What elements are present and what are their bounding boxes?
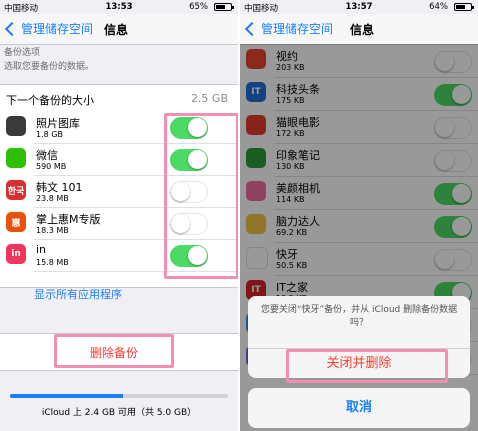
highlight-box-toggles bbox=[164, 113, 238, 279]
app-size: 23.8 MB bbox=[36, 194, 69, 203]
back-button[interactable]: 管理储存空间 bbox=[244, 20, 333, 37]
storage-progress-fill bbox=[10, 394, 124, 398]
battery-icon bbox=[454, 3, 474, 11]
app-name: 微信 bbox=[36, 149, 58, 162]
app-size: 1.8 GB bbox=[36, 130, 63, 139]
battery-percent: 65% bbox=[189, 2, 208, 12]
next-backup-label: 下一个备份的大小 bbox=[6, 94, 94, 107]
zhangshanghui-icon: 惠 bbox=[6, 212, 26, 232]
battery-fill bbox=[456, 5, 465, 9]
camera-icon bbox=[6, 116, 26, 136]
cancel-sheet: 取消 bbox=[248, 388, 470, 428]
chevron-left-icon bbox=[244, 21, 260, 36]
battery-fill bbox=[216, 5, 225, 9]
highlight-box-confirm bbox=[286, 349, 448, 383]
status-bar: 中国移动 13:53 65% bbox=[0, 0, 238, 14]
cancel-button[interactable]: 取消 bbox=[248, 388, 470, 428]
alert-message: 您要关闭“快牙”备份，并从 iCloud 删除备份数据吗？ bbox=[260, 305, 458, 328]
show-all-apps-link[interactable]: 显示所有应用程序 bbox=[34, 286, 122, 302]
nav-bar: 管理储存空间 信息 bbox=[240, 14, 478, 45]
page-title: 信息 bbox=[104, 23, 129, 37]
hangul-icon: 한국 bbox=[6, 180, 26, 200]
app-name: 掌上惠M专版 bbox=[36, 213, 101, 226]
wechat-icon bbox=[6, 148, 26, 168]
app-name: 照片图库 bbox=[36, 117, 80, 130]
status-bar: 中国移动 13:57 64% bbox=[240, 0, 478, 14]
back-button[interactable]: 管理储存空间 bbox=[4, 20, 93, 37]
in-app-icon: in bbox=[6, 244, 26, 264]
section-subtitle: 选取您要备份的数据。 bbox=[4, 62, 95, 72]
nav-bar: 管理储存空间 信息 bbox=[0, 14, 238, 45]
app-name: 韩文 101 bbox=[36, 181, 83, 194]
right-screen: 中国移动 13:57 64% 管理储存空间 信息 视约 203 KB IT 科技头条 1… bbox=[240, 0, 478, 431]
left-screen: 中国移动 13:53 65% 管理储存空间 信息 备份选项 选取您要备份的数据。… bbox=[0, 0, 238, 431]
battery-percent: 64% bbox=[429, 2, 448, 12]
storage-summary: iCloud 上 2.4 GB 可用（共 5.0 GB） bbox=[41, 408, 197, 418]
back-label: 管理储存空间 bbox=[21, 22, 94, 36]
next-backup-value: 2.5 GB bbox=[190, 92, 228, 105]
page-title: 信息 bbox=[350, 23, 375, 37]
storage-progress bbox=[10, 394, 228, 398]
app-size: 590 MB bbox=[36, 162, 67, 171]
app-size: 15.8 MB bbox=[36, 258, 69, 267]
section-title: 备份选项 bbox=[4, 48, 41, 58]
app-name: in bbox=[36, 243, 47, 256]
chevron-left-icon bbox=[4, 21, 20, 36]
app-size: 18.3 MB bbox=[36, 226, 69, 235]
battery-icon bbox=[214, 3, 234, 11]
highlight-box-delete bbox=[54, 334, 174, 368]
back-label: 管理储存空间 bbox=[261, 22, 334, 36]
